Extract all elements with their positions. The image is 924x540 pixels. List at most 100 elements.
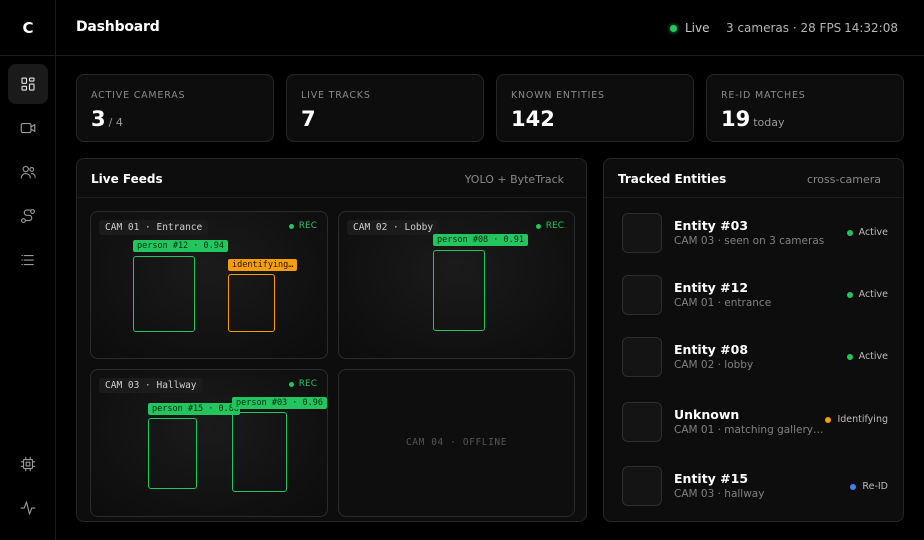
entity-name: Entity #03 [674,218,749,233]
stat-value: 19 [721,107,751,131]
entity-row[interactable]: Entity #12 CAM 01 · entrance Active [622,275,890,317]
rec-label: REC [298,221,317,231]
detection-box[interactable] [433,250,485,331]
dashboard-icon [21,77,35,91]
camera-feed-cam03[interactable]: CAM 03 · Hallway REC person #15 · 0.88 p… [90,369,328,517]
entity-row[interactable]: Unknown CAM 01 · matching gallery… Ident… [622,402,890,444]
status-label: Active [858,351,888,362]
rec-dot [288,223,294,229]
entity-name: Entity #15 [674,471,749,486]
live-feeds-panel: Live Feeds YOLO + ByteTrack CAM 01 · Ent… [76,158,587,522]
feed-label: CAM 02 · Lobby [347,220,440,235]
entity-thumbnail [622,337,662,377]
entity-subtitle: CAM 02 · lobby [674,359,754,371]
entity-row[interactable]: Entity #15 CAM 03 · hallway Re-ID [622,466,890,508]
nav-entities-button[interactable] [8,152,48,192]
stat-label: ACTIVE CAMERAS [91,90,186,101]
entity-subtitle: CAM 01 · entrance [674,297,772,309]
rec-dot [288,381,294,387]
stat-label: KNOWN ENTITIES [511,90,605,101]
status-dot [846,229,853,236]
users-icon [20,165,36,179]
stat-value: 142 [511,107,555,131]
entity-thumbnail [622,402,662,442]
status-badge: Active [846,227,888,238]
status-badge: Active [846,289,888,300]
route-icon [21,209,35,223]
rec-label: REC [545,221,564,231]
panel-title: Live Feeds [91,172,163,186]
entity-name: Entity #12 [674,280,749,295]
panel-meta: cross-camera [806,173,881,186]
stat-card-reid-matches: RE-ID MATCHES 19 today [706,74,904,142]
stat-suffix: / 4 [108,116,123,129]
status-dot [850,483,857,490]
status-dot [846,353,853,360]
detection-tag: person #15 · 0.88 [148,403,240,415]
detection-box[interactable] [133,256,195,332]
camera-icon [20,122,36,134]
nav-dashboard-button[interactable] [8,64,48,104]
entity-row[interactable]: Entity #08 CAM 02 · lobby Active [622,337,890,379]
status-label: Re-ID [862,481,888,492]
activity-icon [20,501,36,515]
camera-feed-cam02[interactable]: CAM 02 · Lobby REC person #08 · 0.91 [338,211,575,359]
status-badge: Active [846,351,888,362]
stat-value: 3 [91,107,106,131]
panel-header: Tracked Entities cross-camera [604,159,903,198]
stat-label: RE-ID MATCHES [721,90,806,101]
nav-cameras-button[interactable] [8,108,48,148]
rec-label: REC [298,379,317,389]
live-status: Live [670,21,710,35]
cpu-icon [20,456,36,472]
stat-card-live-tracks: LIVE TRACKS 7 [286,74,484,142]
status-dot [846,291,853,298]
nav-activity-button[interactable] [8,488,48,528]
nav-hardware-button[interactable] [8,444,48,484]
app-logo[interactable]: C [0,0,56,56]
status-dot [825,416,832,423]
entity-subtitle: CAM 03 · hallway [674,488,765,500]
live-label: Live [685,21,710,35]
panel-meta: YOLO + ByteTrack [464,173,564,186]
entity-subtitle: CAM 01 · matching gallery… [674,424,824,436]
entity-thumbnail [622,275,662,315]
page-title: Dashboard [76,19,160,35]
status-badge: Identifying [825,414,888,425]
feed-label: CAM 03 · Hallway [99,378,203,393]
sidebar: C [0,0,56,540]
stat-suffix: today [753,116,785,129]
clock: 14:32:08 [844,21,898,35]
status-label: Active [858,227,888,238]
panel-title: Tracked Entities [618,172,727,186]
detection-tag: person #12 · 0.94 [133,240,228,252]
entity-name: Entity #08 [674,342,749,357]
detection-box[interactable] [232,412,287,492]
entity-row[interactable]: Entity #03 CAM 03 · seen on 3 cameras Ac… [622,213,890,255]
status-label: Identifying [837,414,888,425]
nav-logs-button[interactable] [8,240,48,280]
list-icon [21,254,34,266]
nav-tracks-button[interactable] [8,196,48,236]
detection-box[interactable] [148,418,197,489]
detection-tag: person #03 · 0.96 [232,397,327,409]
rec-indicator: REC [288,221,317,231]
detection-box[interactable] [228,274,275,332]
rec-indicator: REC [535,221,564,231]
offline-label: CAM 04 · OFFLINE [405,437,508,448]
rec-dot [535,223,541,229]
camera-feed-cam01[interactable]: CAM 01 · Entrance REC person #12 · 0.94 … [90,211,328,359]
entity-name: Unknown [674,407,740,422]
camera-feed-cam04[interactable]: CAM 04 · OFFLINE [338,369,575,517]
stat-card-active-cameras: ACTIVE CAMERAS 3/ 4 [76,74,274,142]
entity-thumbnail [622,466,662,506]
detection-tag: identifying… [228,259,297,271]
live-indicator-dot [670,24,677,32]
status-label: Active [858,289,888,300]
feed-label: CAM 01 · Entrance [99,220,209,235]
stat-label: LIVE TRACKS [301,90,371,101]
top-bar: Dashboard Live 3 cameras · 28 FPS 14:32:… [56,0,924,56]
entity-thumbnail [622,213,662,253]
entity-subtitle: CAM 03 · seen on 3 cameras [674,235,825,247]
cameras-fps-readout: 3 cameras · 28 FPS [726,21,842,35]
